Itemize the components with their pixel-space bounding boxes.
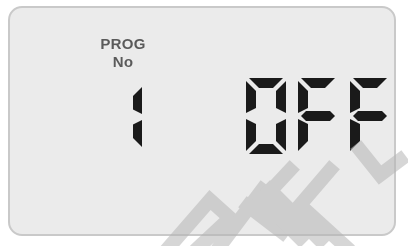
status-digit-3 — [350, 78, 387, 151]
segment-e — [350, 119, 360, 151]
segment-b — [133, 87, 142, 114]
segment-e — [246, 119, 256, 151]
segment-a — [249, 78, 283, 88]
segment-g — [301, 111, 335, 121]
segment-f — [298, 81, 308, 113]
segment-f — [246, 81, 256, 113]
seven-segment-display — [133, 78, 387, 154]
status-digit-2 — [298, 78, 335, 151]
segment-c — [133, 120, 142, 147]
status-digit-1 — [246, 78, 286, 154]
segment-d — [249, 144, 283, 154]
program-number-digit — [133, 87, 142, 147]
segment-e — [298, 119, 308, 151]
segment-a — [301, 78, 335, 88]
segment-b — [276, 81, 286, 113]
segment-a — [353, 78, 387, 88]
status-digits — [246, 78, 387, 154]
program-digit-1 — [133, 87, 142, 147]
segment-f — [350, 81, 360, 113]
segment-g — [353, 111, 387, 121]
segment-c — [276, 119, 286, 151]
